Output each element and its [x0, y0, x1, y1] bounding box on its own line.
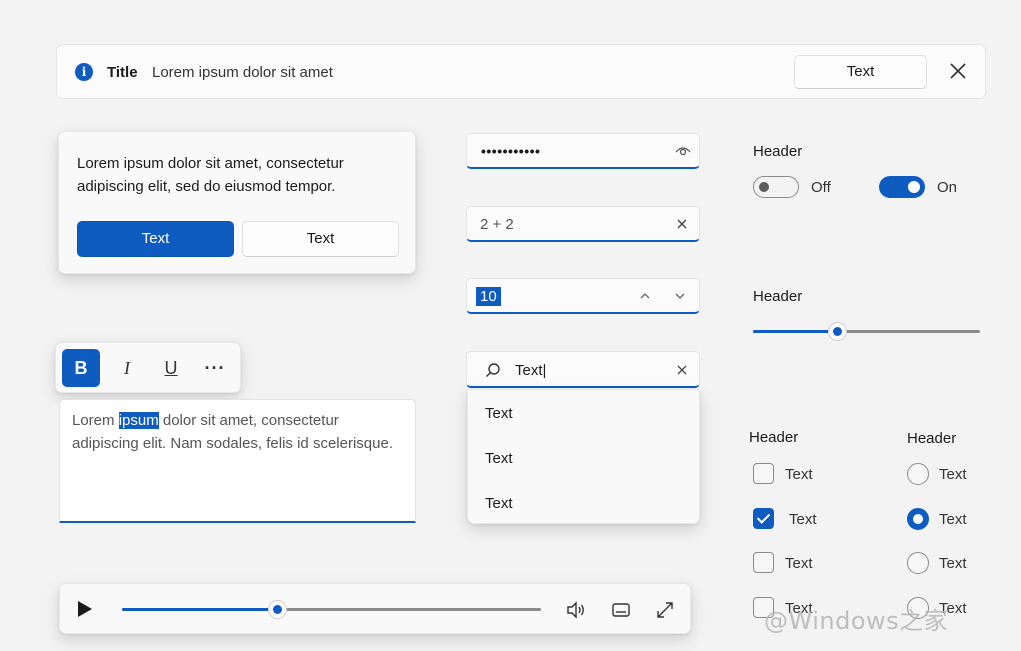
toggle-switch-off[interactable]: [753, 176, 799, 198]
flyout-text: Lorem ipsum dolor sit amet, consectetur …: [77, 155, 344, 195]
italic-button[interactable]: I: [108, 349, 146, 387]
radio-label: Text: [939, 511, 967, 528]
suggestion-item[interactable]: Text: [485, 405, 513, 422]
watermark: @Windows之家: [764, 607, 949, 635]
checkbox-header: Header: [749, 429, 799, 446]
toggle-on-label: On: [937, 179, 958, 196]
search-icon: [486, 363, 500, 377]
toggle-switch-on[interactable]: [879, 176, 925, 198]
info-icon: i: [75, 63, 93, 81]
checkbox[interactable]: [753, 463, 774, 484]
chevron-down-icon[interactable]: [674, 290, 686, 302]
password-box[interactable]: •••••••••••: [466, 133, 700, 169]
more-options-button[interactable]: ···: [196, 349, 234, 387]
checkbox-label: Text: [785, 555, 813, 572]
toggle-header: Header: [753, 143, 803, 160]
close-icon[interactable]: [947, 60, 969, 82]
checkbox-label: Text: [785, 466, 813, 483]
selected-text: ipsum: [118, 412, 159, 429]
flyout-card: Lorem ipsum dolor sit amet, consectetur …: [58, 131, 416, 274]
clear-icon[interactable]: [676, 364, 688, 376]
infobar-action-button[interactable]: Text: [794, 55, 927, 89]
flyout-primary-button[interactable]: Text: [77, 221, 234, 257]
expression-value: 2 + 2: [480, 216, 514, 233]
radio-button[interactable]: [907, 552, 929, 574]
bold-button[interactable]: B: [62, 349, 100, 387]
search-suggestions: Text Text Text: [467, 389, 700, 524]
infobar: i Title Lorem ipsum dolor sit amet Text: [56, 44, 986, 99]
closed-captions-icon[interactable]: [610, 599, 632, 621]
media-player: [59, 583, 691, 634]
password-value: •••••••••••: [481, 143, 541, 159]
formatting-toolbar: B I U ···: [55, 342, 241, 393]
checkbox[interactable]: [753, 552, 774, 573]
play-icon[interactable]: [78, 601, 92, 617]
search-box[interactable]: Text|: [466, 351, 700, 388]
radio-label: Text: [939, 555, 967, 572]
infobar-title: Title: [107, 64, 138, 81]
checkbox[interactable]: [753, 508, 774, 529]
rich-edit-box[interactable]: Lorem ipsum dolor sit amet, consectetur …: [59, 399, 416, 523]
expression-text-box[interactable]: 2 + 2: [466, 206, 700, 242]
volume-icon[interactable]: [565, 599, 587, 621]
radio-header: Header: [907, 430, 957, 447]
radio-button[interactable]: [907, 508, 929, 530]
search-input[interactable]: Text|: [515, 362, 546, 379]
slider-header: Header: [753, 288, 803, 305]
flyout-secondary-button[interactable]: Text: [242, 221, 399, 257]
number-value: 10: [476, 287, 501, 306]
suggestion-item[interactable]: Text: [485, 495, 513, 512]
rich-edit-text[interactable]: Lorem ipsum dolor sit amet, consectetur …: [72, 409, 407, 455]
radio-button[interactable]: [907, 463, 929, 485]
radio-label: Text: [939, 466, 967, 483]
suggestion-item[interactable]: Text: [485, 450, 513, 467]
clear-icon[interactable]: [676, 218, 688, 230]
chevron-up-icon[interactable]: [639, 290, 651, 302]
fullscreen-icon[interactable]: [654, 599, 676, 621]
underline-button[interactable]: U: [152, 349, 190, 387]
slider-track[interactable]: [753, 322, 980, 341]
media-progress-fill: [122, 608, 278, 611]
rich-edit-text-before: Lorem: [72, 412, 119, 429]
infobar-message: Lorem ipsum dolor sit amet: [152, 64, 333, 81]
toggle-off-label: Off: [811, 179, 831, 196]
media-progress-thumb[interactable]: [268, 600, 288, 619]
reveal-password-icon[interactable]: [675, 145, 691, 157]
slider-thumb[interactable]: [827, 322, 847, 341]
checkbox-label: Text: [789, 511, 817, 528]
number-box[interactable]: 10: [466, 278, 700, 314]
slider-fill: [753, 330, 837, 333]
media-progress-track[interactable]: [122, 600, 541, 619]
